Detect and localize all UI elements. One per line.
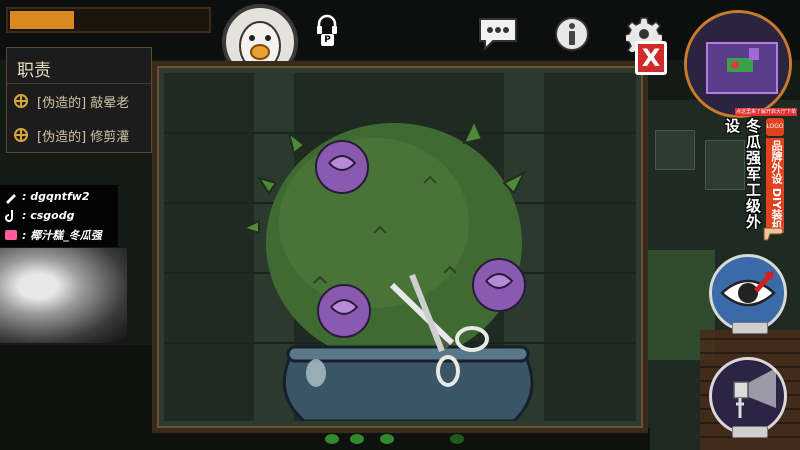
info-button[interactable] (552, 14, 592, 54)
social-handle: : dgqntfw2 (22, 190, 90, 203)
hand-icon (763, 227, 784, 241)
social-handle: : csgodg (22, 209, 75, 222)
duty-marker-icon (14, 94, 28, 108)
minimap[interactable] (684, 10, 792, 118)
use-item-stand (732, 426, 768, 438)
social-row: : csgodg (4, 206, 114, 225)
social-handle: : 椰汁糕_冬瓜强 (22, 228, 102, 242)
ad-main-text: 冬瓜强军工级外设 (723, 118, 762, 230)
info-icon (555, 17, 589, 51)
ad-strip: 点这里来了解开启大厅下单 (735, 108, 797, 116)
background-left (0, 345, 155, 450)
duty-item[interactable]: [伪造的] 敲晕老 (7, 84, 151, 118)
use-item-button[interactable] (709, 357, 787, 435)
ad-badge: LOGO (766, 118, 784, 136)
eye-icon (720, 271, 776, 307)
tiktok-icon (5, 209, 13, 222)
look-button-stand (732, 322, 768, 334)
scissors-icon[interactable] (382, 273, 492, 393)
social-row: : dgqntfw2 (4, 187, 114, 206)
duty-marker-icon (14, 128, 28, 142)
chat-icon (479, 18, 517, 52)
look-button[interactable] (709, 254, 787, 332)
topiary-minigame (164, 73, 636, 421)
webcam-smoke-overlay (0, 248, 127, 343)
duty-item[interactable]: [伪造的] 修剪灌 (7, 118, 151, 152)
duties-panel: 职责 [伪造的] 敲晕老 [伪造的] 修剪灌 (6, 47, 152, 153)
chat-button[interactable] (476, 14, 520, 54)
ad-badge-text: LOGO (766, 123, 784, 130)
streamer-ad: 冬瓜强军工级外设 LOGO 品牌外设 DIY装机 (723, 118, 800, 244)
duty-label: [伪造的] 修剪灌 (37, 129, 130, 145)
pen-icon (6, 193, 16, 204)
streamer-socials: : dgqntfw2 : csgodg : 椰汁糕_冬瓜强 (0, 185, 118, 247)
task-progress-fill (10, 11, 75, 29)
task-progress-bar (6, 7, 211, 33)
minigame-modal (152, 61, 648, 433)
social-row: : 椰汁糕_冬瓜强 (4, 225, 114, 244)
duty-label: [伪造的] 敲晕老 (37, 95, 130, 111)
live-icon (5, 229, 17, 240)
voice-chat-key: P (321, 34, 334, 46)
close-minigame-button[interactable]: X (635, 41, 667, 75)
duties-title: 职责 (7, 48, 151, 84)
flashlight-icon (733, 368, 776, 418)
voice-chat-button[interactable]: P (312, 4, 342, 48)
